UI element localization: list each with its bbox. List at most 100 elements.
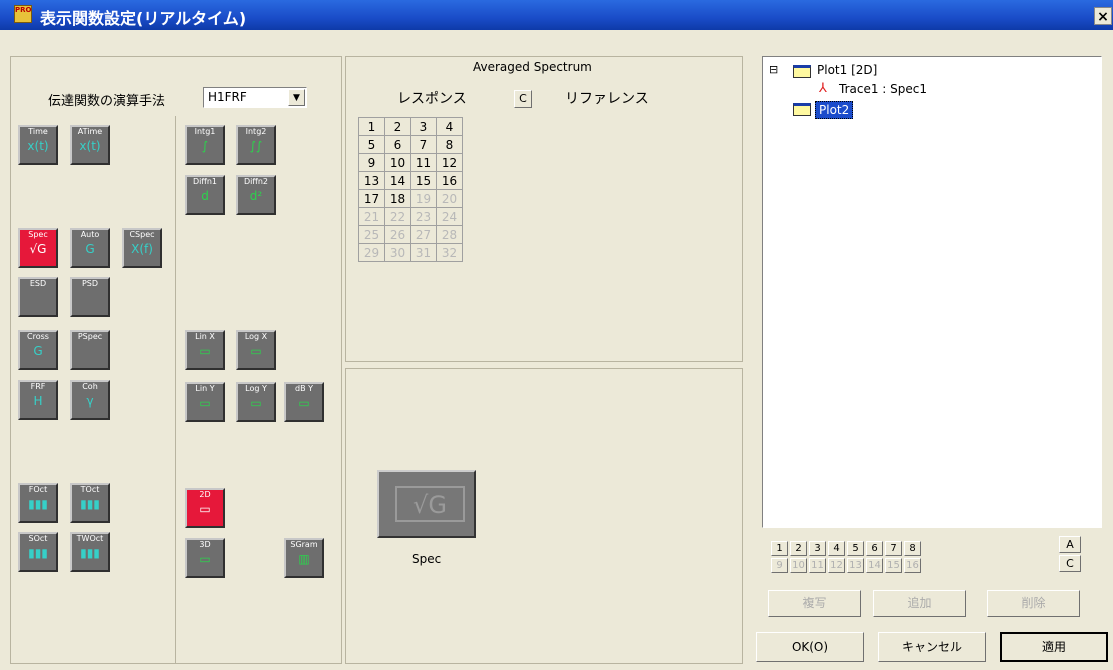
function-tile-psd[interactable]: PSD [70,277,110,317]
channel-cell: 20 [436,189,463,208]
function-tile-sgram[interactable]: SGram ▥ [284,538,324,578]
plot-number-button[interactable]: 8 [904,541,921,556]
function-tile-db-y[interactable]: dB Y ▭ [284,382,324,422]
tile-label: 2D [199,490,211,499]
function-tile-atime[interactable]: ATime x(t) [70,125,110,165]
function-tile-2d[interactable]: 2D ▭ [185,488,225,528]
ok-button[interactable]: OK(O) [756,632,864,662]
function-tile-cspec[interactable]: CSpec X(f) [122,228,162,268]
function-tile-coh[interactable]: Coh γ [70,380,110,420]
tile-label: TOct [80,485,100,494]
channel-cell: 27 [410,225,437,244]
channel-cell[interactable]: 16 [436,171,463,190]
channel-cell[interactable]: 8 [436,135,463,154]
function-tile-diffn1[interactable]: Diffn1 d [185,175,225,215]
tree-item-trace1[interactable]: Trace1 : Spec1 [839,82,927,96]
channel-cell[interactable]: 9 [358,153,385,172]
delete-button[interactable]: 削除 [987,590,1080,617]
response-clear-button[interactable]: C [514,90,532,108]
plot-icon [793,65,811,78]
function-tile-intg1[interactable]: Intg1 ∫ [185,125,225,165]
tile-symbol-icon: γ [86,394,94,408]
function-tile-log-x[interactable]: Log X ▭ [236,330,276,370]
function-tile-esd[interactable]: ESD [18,277,58,317]
function-tile-lin-y[interactable]: Lin Y ▭ [185,382,225,422]
plot-number-button[interactable]: 1 [771,541,788,556]
channel-cell[interactable]: 17 [358,189,385,208]
channel-cell[interactable]: 12 [436,153,463,172]
close-button[interactable]: × [1094,7,1112,25]
function-tile-diffn2[interactable]: Diffn2 d² [236,175,276,215]
channel-cell[interactable]: 14 [384,171,411,190]
function-tile-auto[interactable]: Auto G [70,228,110,268]
tile-label: Intg2 [245,127,267,136]
add-button[interactable]: 追加 [873,590,966,617]
channel-cell[interactable]: 11 [410,153,437,172]
channel-cell[interactable]: 4 [436,117,463,136]
channel-grid: 1 2 3 4 5 6 7 8 9 10 11 12 13 14 15 16 17 18 19 20 21 22 23 24 2… [358,117,463,262]
function-tile-toct[interactable]: TOct ▮▮▮ [70,483,110,523]
tile-label: Auto [80,230,100,239]
plot-number-button[interactable]: 6 [866,541,883,556]
channel-cell[interactable]: 7 [410,135,437,154]
tree-item-plot1[interactable]: Plot1 [2D] [817,63,877,77]
tile-symbol-icon: x(t) [79,139,101,153]
function-tile-spec[interactable]: Spec √G [18,228,58,268]
channel-cell[interactable]: 10 [384,153,411,172]
tile-label: PSpec [77,332,103,341]
copy-button[interactable]: 複写 [768,590,861,617]
tile-symbol-icon: ▮▮▮ [80,497,100,511]
tile-label: dB Y [295,384,313,393]
tile-label: Spec [28,230,48,239]
function-tile-3d[interactable]: 3D ▭ [185,538,225,578]
function-tile-intg2[interactable]: Intg2 ∫∫ [236,125,276,165]
channel-cell: 24 [436,207,463,226]
apply-button[interactable]: 適用 [1000,632,1108,662]
channel-cell: 25 [358,225,385,244]
channel-cell[interactable]: 13 [358,171,385,190]
function-tile-time[interactable]: Time x(t) [18,125,58,165]
channel-cell: 30 [384,243,411,262]
channel-cell[interactable]: 5 [358,135,385,154]
plot-number-button[interactable]: 2 [790,541,807,556]
select-all-button[interactable]: A [1059,536,1081,553]
function-tile-frf[interactable]: FRF H [18,380,58,420]
channel-cell[interactable]: 18 [384,189,411,208]
function-tile-lin-x[interactable]: Lin X ▭ [185,330,225,370]
channel-cell[interactable]: 1 [358,117,385,136]
function-tile-cross[interactable]: Cross G [18,330,58,370]
function-tile-foct[interactable]: FOct ▮▮▮ [18,483,58,523]
channel-cell[interactable]: 3 [410,117,437,136]
plot-number-button[interactable]: 5 [847,541,864,556]
clear-button[interactable]: C [1059,555,1081,572]
channel-cell[interactable]: 2 [384,117,411,136]
plot-number-button[interactable]: 7 [885,541,902,556]
tile-symbol-icon: ▭ [199,502,211,516]
channel-cell[interactable]: 6 [384,135,411,154]
function-tile-log-y[interactable]: Log Y ▭ [236,382,276,422]
tree-item-plot2[interactable]: Plot2 [815,101,854,119]
channel-cell: 21 [358,207,385,226]
tile-label: Intg1 [194,127,216,136]
tree-expander-icon[interactable]: ⊟ [769,63,778,76]
plot-number-button[interactable]: 3 [809,541,826,556]
window-title: 表示関数設定(リアルタイム) [40,9,247,28]
function-tile-soct[interactable]: SOct ▮▮▮ [18,532,58,572]
method-select[interactable]: H1FRF ▼ [203,87,307,108]
plot-tree[interactable]: ⊟ Plot1 [2D] ⅄ Trace1 : Spec1 Plot2 [762,56,1102,528]
function-tile-pspec[interactable]: PSpec [70,330,110,370]
tile-label: FRF [30,382,46,391]
tile-label: Diffn1 [192,177,218,186]
method-value: H1FRF [208,90,247,104]
cancel-button[interactable]: キャンセル [878,632,986,662]
tile-symbol-icon: ▭ [199,552,211,566]
function-tile-twoct[interactable]: TWOct ▮▮▮ [70,532,110,572]
tile-label: ATime [77,127,103,136]
plot-number-button: 10 [790,558,807,573]
tile-label: Lin Y [195,384,215,393]
channel-cell[interactable]: 15 [410,171,437,190]
plot-number-button[interactable]: 4 [828,541,845,556]
tile-label: SGram [290,540,318,549]
dropdown-arrow-icon[interactable]: ▼ [288,89,305,106]
channel-cell: 32 [436,243,463,262]
